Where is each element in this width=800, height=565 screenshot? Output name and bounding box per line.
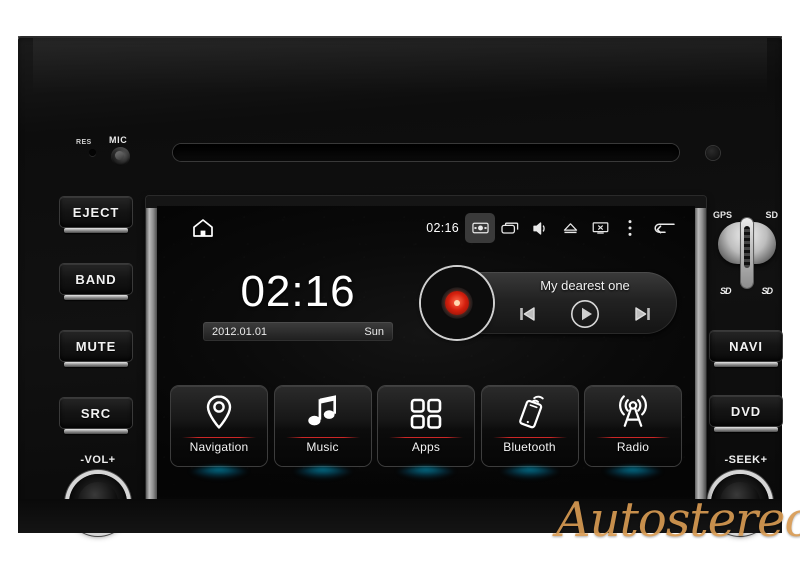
grid-icon [408, 386, 444, 434]
navi-button[interactable]: NAVI [710, 331, 782, 367]
reset-button[interactable] [89, 149, 96, 156]
source-button-label: SRC [80, 405, 112, 421]
button-chrome-trim [714, 362, 778, 367]
status-bar-icons: 02:16 [426, 206, 681, 250]
button-chrome-trim [64, 429, 128, 434]
head-unit-chassis: RES MIC EJECT BAND MUTE SRC -VOL+ GPS SD [18, 36, 782, 533]
button-chrome-trim [714, 427, 778, 432]
sd-card-slot[interactable] [741, 218, 753, 288]
track-title: My dearest one [540, 278, 630, 293]
screenshot-root: RES MIC EJECT BAND MUTE SRC -VOL+ GPS SD [0, 0, 800, 565]
recent-apps-icon[interactable] [495, 213, 525, 243]
tile-divider [389, 437, 463, 438]
status-bar-clock: 02:16 [426, 221, 459, 235]
tile-apps[interactable]: Apps [378, 386, 474, 466]
button-chrome-trim [64, 362, 128, 367]
tile-label-apps: Apps [411, 440, 441, 454]
tile-bluetooth[interactable]: Bluetooth [481, 386, 578, 466]
chassis-sheen [33, 38, 767, 94]
tile-music[interactable]: Music [274, 386, 371, 466]
seek-knob-label: -SEEK+ [724, 454, 768, 466]
tile-divider [492, 437, 567, 438]
mute-button[interactable]: MUTE [60, 331, 132, 367]
radio-tower-icon [614, 386, 652, 434]
gps-sd-module: GPS SD SD SD [712, 204, 782, 314]
tile-navigation[interactable]: Navigation [171, 386, 267, 466]
disc-slot[interactable] [173, 144, 679, 161]
next-track-button[interactable] [633, 305, 653, 323]
play-button[interactable] [569, 298, 601, 330]
mute-button-label: MUTE [75, 338, 117, 354]
sd-logo-right: SD [761, 286, 772, 296]
button-chrome-trim [64, 228, 128, 233]
screen-off-icon[interactable] [585, 213, 615, 243]
volume-icon[interactable] [525, 213, 555, 243]
app-launcher-row: Navigation Music Apps Bluetooth Radio [171, 386, 681, 468]
phone-signal-icon [512, 386, 548, 434]
album-art-vinyl-icon [421, 267, 493, 339]
tile-label-bluetooth: Bluetooth [503, 440, 556, 454]
reset-label: RES [76, 139, 92, 146]
screen-bezel: 02:16 02:16 2012.01.01 Sun My dearest on… [146, 196, 706, 518]
dvd-button-label: DVD [730, 403, 762, 419]
dvd-button[interactable]: DVD [710, 396, 782, 432]
chassis-bottom-edge [18, 499, 782, 533]
touchscreen[interactable]: 02:16 02:16 2012.01.01 Sun My dearest on… [157, 206, 695, 508]
back-icon[interactable] [645, 213, 681, 243]
player-controls [501, 298, 669, 330]
map-pin-icon [202, 386, 236, 434]
eject-button[interactable]: EJECT [60, 197, 132, 233]
band-button[interactable]: BAND [60, 264, 132, 300]
tile-divider [596, 437, 670, 438]
bezel-strip-left [146, 208, 157, 508]
eject-icon[interactable] [555, 213, 585, 243]
microphone-port [111, 147, 130, 166]
android-status-bar: 02:16 [157, 206, 695, 250]
tile-label-radio: Radio [616, 440, 650, 454]
sd-logo-left: SD [720, 286, 731, 296]
ir-sensor-icon [706, 146, 720, 160]
tile-divider [182, 437, 256, 438]
volume-knob-label: -VOL+ [80, 454, 116, 466]
clock-weekday: Sun [364, 325, 384, 338]
gps-label: GPS [713, 210, 733, 220]
previous-track-button[interactable] [517, 305, 537, 323]
overflow-menu-icon[interactable] [615, 213, 645, 243]
band-button-label: BAND [75, 271, 117, 287]
clock-widget[interactable]: 02:16 2012.01.01 Sun [203, 268, 393, 341]
music-note-icon [306, 386, 340, 434]
tile-label-navigation: Navigation [189, 440, 249, 454]
eject-button-label: EJECT [72, 204, 120, 220]
mic-label: MIC [109, 135, 128, 145]
clock-date-bar: 2012.01.01 Sun [203, 322, 393, 341]
clock-time: 02:16 [240, 267, 356, 316]
sd-label: SD [765, 210, 778, 220]
button-chrome-trim [64, 295, 128, 300]
tile-label-music: Music [306, 440, 339, 454]
music-player-widget[interactable]: My dearest one [421, 267, 677, 339]
tile-divider [285, 437, 360, 438]
source-button[interactable]: SRC [60, 398, 132, 434]
navi-button-label: NAVI [729, 338, 763, 354]
screenshot-icon[interactable] [465, 213, 495, 243]
clock-date: 2012.01.01 [212, 325, 268, 338]
home-icon[interactable] [191, 216, 215, 240]
tile-radio[interactable]: Radio [585, 386, 681, 466]
bezel-strip-right [695, 208, 706, 508]
